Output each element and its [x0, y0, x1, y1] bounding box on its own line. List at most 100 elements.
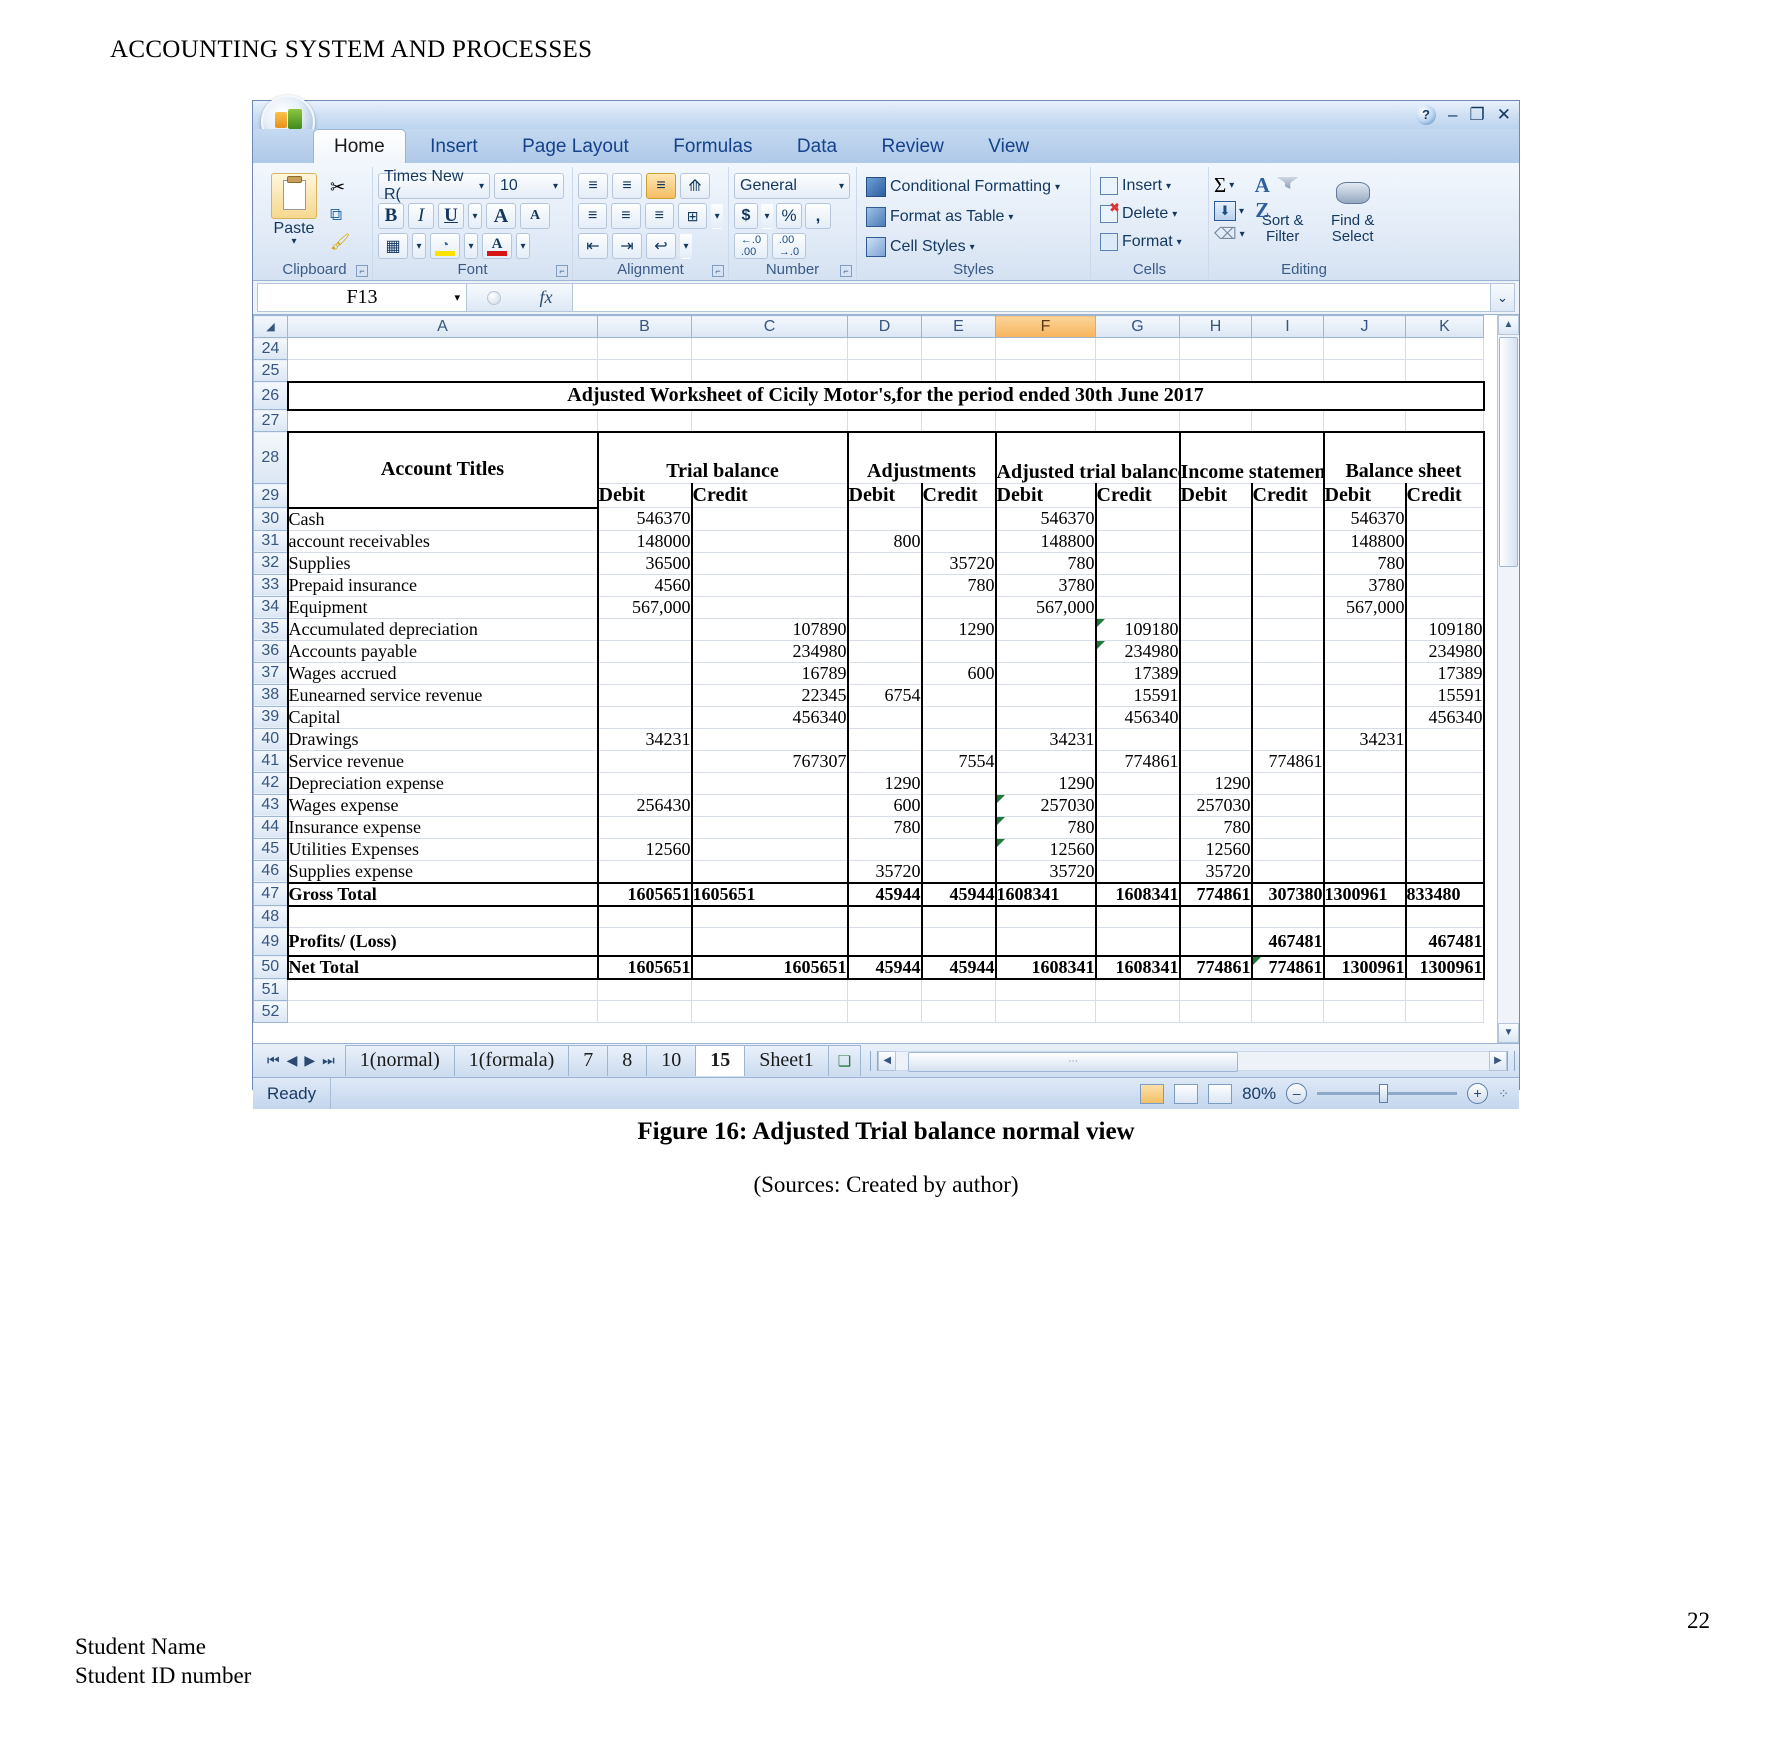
header-adj-credit[interactable]: Credit [920, 483, 996, 508]
cell-tb-debit[interactable] [596, 661, 692, 685]
underline-caret-icon[interactable]: ▾ [468, 203, 482, 229]
row-header[interactable]: 33 [253, 573, 288, 597]
fill-color-caret-icon[interactable]: ▾ [464, 233, 478, 259]
cell-is-credit[interactable] [1250, 639, 1324, 663]
shrink-font-button[interactable]: A [520, 203, 550, 229]
cell-adj-credit[interactable] [920, 507, 996, 531]
cell-adj-debit[interactable] [846, 507, 922, 531]
cell-is-debit[interactable] [1178, 683, 1252, 707]
cell-is-debit[interactable] [1178, 617, 1252, 641]
header-bs-credit[interactable]: Credit [1404, 483, 1485, 508]
worksheet-title[interactable]: Adjusted Worksheet of Cicily Motor's,for… [286, 380, 1485, 411]
cell-bs-debit[interactable] [1322, 815, 1406, 839]
cell-bs-debit[interactable] [1322, 927, 1406, 956]
cell-tb-credit[interactable] [690, 551, 848, 575]
cell-bs-credit[interactable] [1404, 529, 1485, 553]
row-header-24[interactable]: 24 [253, 337, 288, 360]
cell-adj-debit[interactable]: 35720 [846, 859, 922, 883]
cell-tb-credit[interactable] [690, 595, 848, 619]
cell-bs-credit[interactable] [1404, 749, 1485, 773]
scroll-right-icon[interactable]: ▶ [1489, 1050, 1507, 1071]
cell-adj-credit[interactable] [920, 837, 996, 861]
cell-atb-credit[interactable]: 234980 [1094, 639, 1180, 663]
font-name-box[interactable]: Times New R( ▾ [378, 168, 490, 203]
header-group-adjusted-trial-balance[interactable]: Adjusted trial balance [994, 430, 1180, 484]
cell-atb-debit[interactable]: 1608341 [994, 954, 1096, 980]
name-box-caret-icon[interactable]: ▾ [454, 291, 460, 304]
row-header[interactable]: 34 [253, 595, 288, 619]
cell-tb-credit[interactable] [690, 859, 848, 883]
cell-account[interactable]: Insurance expense [286, 815, 598, 839]
header-group-income-statement[interactable]: Income statement [1178, 430, 1324, 484]
cell-adj-credit[interactable]: 35720 [920, 551, 996, 575]
number-dialog-launcher-icon[interactable]: ⌐ [840, 265, 852, 277]
cell-tb-debit[interactable]: 1605651 [596, 954, 692, 980]
cell-is-debit[interactable] [1178, 705, 1252, 729]
align-top-icon[interactable]: ≡ [578, 173, 608, 199]
cut-icon[interactable]: ✂ [330, 177, 350, 198]
cell-atb-credit[interactable] [1094, 551, 1180, 575]
header-atb-credit[interactable]: Credit [1094, 483, 1180, 508]
cell-adj-credit[interactable]: 45944 [920, 954, 996, 980]
cell-account[interactable]: Capital [286, 705, 598, 729]
cell-bs-debit[interactable] [1322, 705, 1406, 729]
cell-adj-credit[interactable] [920, 771, 996, 795]
column-header-e[interactable]: E [921, 315, 996, 338]
row-header[interactable]: 42 [253, 771, 288, 795]
cell-atb-credit[interactable] [1094, 837, 1180, 861]
horizontal-scroll-track[interactable]: ⋯ [896, 1050, 1489, 1072]
cell-bs-credit[interactable] [1404, 727, 1485, 751]
cell-is-debit[interactable] [1178, 727, 1252, 751]
cell-tb-credit[interactable]: 22345 [690, 683, 848, 707]
cell-atb-credit[interactable]: 17389 [1094, 661, 1180, 685]
cell-adj-debit[interactable] [846, 837, 922, 861]
header-adj-debit[interactable]: Debit [846, 483, 922, 508]
nav-next-sheet-icon[interactable]: ▶ [304, 1052, 315, 1069]
sheet-tab-7[interactable]: 7 [568, 1045, 609, 1076]
cell-tb-debit[interactable]: 4560 [596, 573, 692, 597]
name-box[interactable]: F13 ▾ [257, 283, 467, 312]
cell-is-credit[interactable] [1250, 573, 1324, 597]
cell-adj-debit[interactable] [846, 705, 922, 729]
format-as-table-button[interactable]: Format as Table ▾ [862, 205, 1085, 229]
cell-atb-credit[interactable]: 456340 [1094, 705, 1180, 729]
cell-adj-credit[interactable] [920, 793, 996, 817]
insert-worksheet-icon[interactable]: ❏ [827, 1045, 862, 1076]
cell-atb-debit[interactable]: 1608341 [994, 881, 1096, 906]
column-header-h[interactable]: H [1179, 315, 1252, 338]
cell-account[interactable]: Accounts payable [286, 639, 598, 663]
row-header-50[interactable]: 50 [253, 955, 288, 979]
zoom-in-button[interactable]: + [1467, 1083, 1489, 1104]
cell-tb-credit[interactable]: 234980 [690, 639, 848, 663]
cell-tb-debit[interactable] [596, 927, 692, 956]
cell-atb-credit[interactable]: 15591 [1094, 683, 1180, 707]
scroll-down-icon[interactable]: ▼ [1498, 1023, 1519, 1043]
font-size-caret-icon[interactable]: ▾ [553, 181, 558, 192]
cell-adj-debit[interactable]: 45944 [846, 954, 922, 980]
cell-account[interactable]: Net Total [286, 954, 598, 980]
cell-bs-debit[interactable]: 148800 [1322, 529, 1406, 553]
vertical-scroll-thumb[interactable] [1499, 337, 1518, 567]
close-button[interactable]: ✕ [1497, 105, 1511, 125]
cell-account[interactable]: Supplies expense [286, 859, 598, 883]
cell-tb-debit[interactable] [596, 859, 692, 883]
nav-prev-sheet-icon[interactable]: ◀ [287, 1052, 298, 1069]
font-color-caret-icon[interactable]: ▾ [516, 233, 530, 259]
cell-account[interactable]: Drawings [286, 727, 598, 751]
cell-atb-debit[interactable]: 780 [994, 551, 1096, 575]
merge-center-caret-icon[interactable]: ▾ [711, 203, 723, 229]
cell-atb-debit[interactable]: 567,000 [994, 595, 1096, 619]
horizontal-scroll-thumb[interactable]: ⋯ [908, 1051, 1239, 1072]
row-header[interactable]: 36 [253, 639, 288, 663]
row-header-47[interactable]: 47 [253, 882, 288, 906]
row-header[interactable]: 43 [253, 793, 288, 817]
header-group-adjustments[interactable]: Adjustments [846, 430, 996, 484]
fill-icon[interactable]: ⬇ [1214, 201, 1236, 221]
cell-tb-credit[interactable] [690, 529, 848, 553]
nav-last-sheet-icon[interactable]: ⏭ [322, 1052, 335, 1069]
cell-bs-debit[interactable] [1322, 749, 1406, 773]
cell-tb-credit[interactable]: 16789 [690, 661, 848, 685]
cell-tb-debit[interactable] [596, 815, 692, 839]
align-bottom-icon[interactable]: ≡ [646, 173, 676, 199]
column-header-c[interactable]: C [691, 315, 848, 338]
